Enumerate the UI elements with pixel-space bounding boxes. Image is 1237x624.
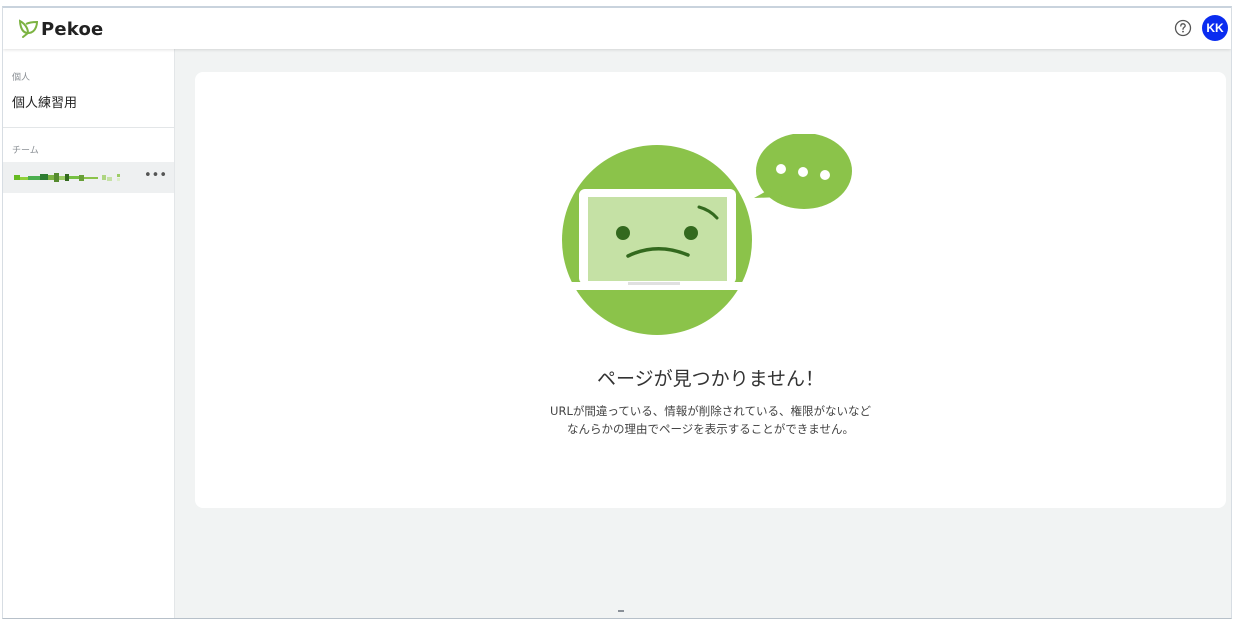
more-options-button[interactable]: •••: [144, 168, 168, 185]
speech-bubble-icon: [754, 134, 852, 209]
sidebar-item-team[interactable]: •••: [3, 162, 174, 193]
avatar-initials: KK: [1206, 21, 1224, 35]
leaf-logo-icon: [18, 19, 39, 38]
sidebar: 個人 個人練習用 チーム •••: [3, 49, 175, 618]
app-name: Pekoe: [41, 18, 104, 40]
resize-marker: [618, 610, 624, 612]
app-window: Pekoe KK 個人 個人練習用 チーム ••• ページが見つかりません！ U…: [2, 6, 1232, 619]
sidebar-item-personal-practice[interactable]: 個人練習用: [3, 91, 174, 111]
sad-laptop-icon: [562, 134, 852, 335]
team-section-label: チーム: [12, 146, 39, 156]
help-icon[interactable]: [1173, 18, 1193, 38]
page-title: ページが見つかりません！: [596, 368, 825, 390]
user-avatar[interactable]: KK: [1202, 15, 1228, 41]
not-found-description: URLが間違っている、情報が削除されている、権限がないなど なんらかの理由でペー…: [195, 402, 1226, 438]
sidebar-divider: [3, 127, 174, 128]
sidebar-item-label: 個人練習用: [12, 95, 78, 111]
not-found-card: ページが見つかりません！ URLが間違っている、情報が削除されている、権限がない…: [195, 72, 1226, 508]
top-header: Pekoe KK: [3, 8, 1231, 49]
personal-section-label: 個人: [12, 73, 31, 83]
description-line-2: なんらかの理由でページを表示することができません。: [567, 422, 854, 436]
more-horizontal-icon: •••: [144, 168, 168, 183]
pekoe-logo[interactable]: Pekoe: [17, 17, 103, 41]
redacted-team-name: [14, 173, 120, 182]
description-line-1: URLが間違っている、情報が削除されている、権限がないなど: [550, 404, 871, 418]
